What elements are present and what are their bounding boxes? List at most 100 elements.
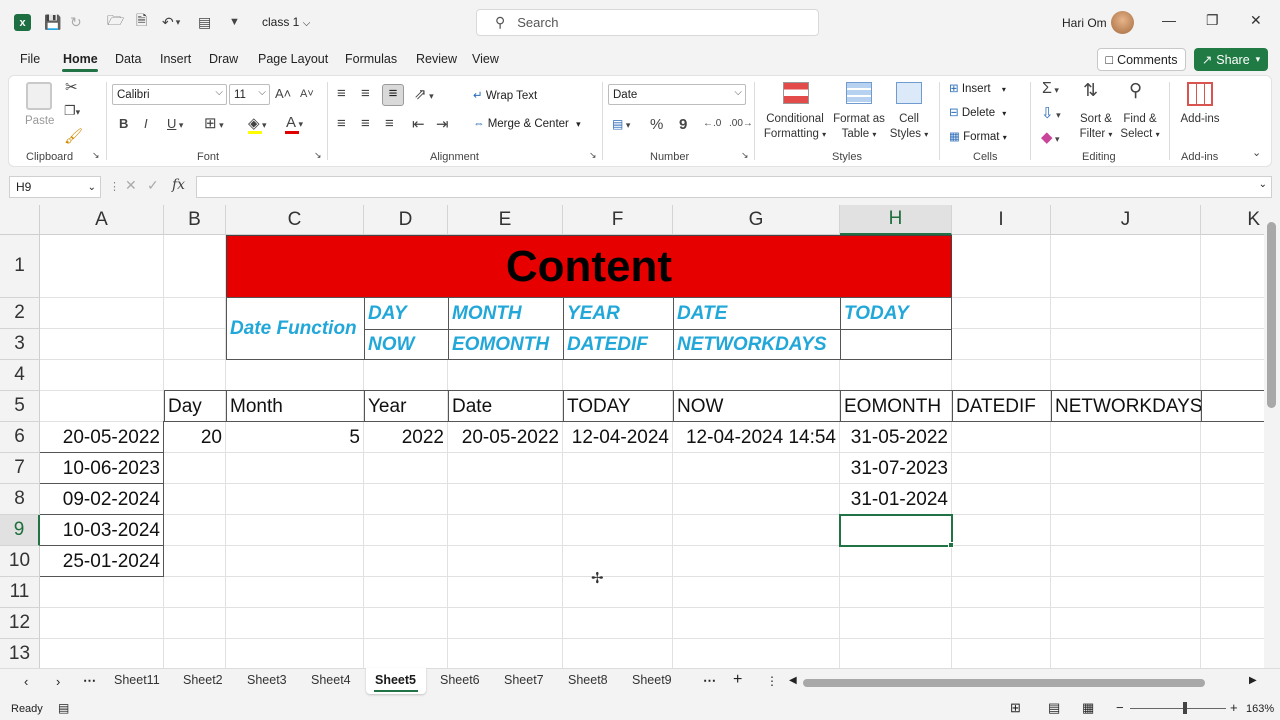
align-top-icon[interactable]: ≡ bbox=[337, 85, 346, 102]
cell-h6[interactable]: 31-05-2022 bbox=[840, 422, 952, 453]
cell-g6[interactable]: 12-04-2024 14:54 bbox=[673, 422, 840, 453]
row-header-7[interactable]: 7 bbox=[0, 453, 40, 484]
hscroll-left-icon[interactable]: ◀ bbox=[789, 675, 797, 686]
number-format-dropdown[interactable]: Date ⌵ bbox=[608, 84, 746, 105]
dialog-launcher-icon[interactable]: ↘ bbox=[741, 150, 749, 161]
content-banner[interactable]: Content bbox=[226, 235, 952, 298]
decrease-font-icon[interactable]: A˅ bbox=[300, 88, 314, 100]
vertical-scroll-thumb[interactable] bbox=[1267, 222, 1276, 408]
autosum-icon[interactable]: Σ ▾ bbox=[1042, 80, 1059, 98]
menu-draw[interactable]: Draw bbox=[209, 52, 238, 66]
cell-d3[interactable]: NOW bbox=[364, 330, 448, 360]
row-header-5[interactable]: 5 bbox=[0, 391, 40, 422]
row-header-2[interactable]: 2 bbox=[0, 298, 40, 329]
close-icon[interactable]: ✕ bbox=[1250, 12, 1262, 29]
cell-a9[interactable]: 10-03-2024 bbox=[40, 515, 164, 546]
cell-c5[interactable]: Month bbox=[226, 391, 364, 422]
row-header-8[interactable]: 8 bbox=[0, 484, 40, 515]
cell-g2[interactable]: DATE bbox=[673, 298, 840, 329]
format-as-table-button[interactable]: Format as Table ▾ bbox=[832, 112, 886, 142]
add-sheet-icon[interactable]: + bbox=[733, 671, 742, 689]
cell-styles-button[interactable]: Cell Styles ▾ bbox=[887, 112, 931, 142]
cell-c6[interactable]: 5 bbox=[226, 422, 364, 453]
sheet-tab-sheet7[interactable]: Sheet7 bbox=[504, 673, 544, 687]
confirm-entry-icon[interactable]: ✓ bbox=[147, 177, 159, 194]
sheet-tab-sheet6[interactable]: Sheet6 bbox=[440, 673, 480, 687]
cell-a7[interactable]: 10-06-2023 bbox=[40, 453, 164, 484]
increase-decimal-icon[interactable]: ←.0 bbox=[703, 118, 721, 129]
accessibility-icon[interactable]: ▤ bbox=[58, 701, 69, 715]
cell-a8[interactable]: 09-02-2024 bbox=[40, 484, 164, 515]
italic-button[interactable]: I bbox=[144, 116, 148, 131]
sheet-tab-sheet8[interactable]: Sheet8 bbox=[568, 673, 608, 687]
cell-f6[interactable]: 12-04-2024 bbox=[563, 422, 673, 453]
cell-h2[interactable]: TODAY bbox=[840, 298, 952, 329]
row-header-9[interactable]: 9 bbox=[0, 515, 40, 546]
menu-view[interactable]: View bbox=[472, 52, 499, 66]
collapse-ribbon-icon[interactable]: ⌄ bbox=[1252, 146, 1261, 159]
cell-e6[interactable]: 20-05-2022 bbox=[448, 422, 563, 453]
align-bottom-icon[interactable]: ≡ bbox=[382, 84, 404, 106]
dialog-launcher-icon[interactable]: ↘ bbox=[589, 150, 597, 161]
merge-center-button[interactable]: ⇔ Merge & Center ▾ bbox=[473, 118, 581, 130]
row-header-10[interactable]: 10 bbox=[0, 546, 40, 577]
cell-f5[interactable]: TODAY bbox=[563, 391, 673, 422]
dialog-launcher-icon[interactable]: ↘ bbox=[314, 150, 322, 161]
comments-button[interactable]: □ Comments bbox=[1097, 48, 1186, 71]
sheet-tab-sheet11[interactable]: Sheet11 bbox=[114, 673, 160, 687]
decrease-indent-icon[interactable]: ⇤ bbox=[412, 115, 425, 133]
customize-qat-icon[interactable]: ▼ bbox=[229, 12, 240, 32]
column-header-g[interactable]: G bbox=[673, 205, 840, 235]
sheet-tab-sheet3[interactable]: Sheet3 bbox=[247, 673, 287, 687]
conditional-formatting-button[interactable]: Conditional Formatting ▾ bbox=[762, 112, 828, 142]
column-header-k[interactable]: K bbox=[1201, 205, 1264, 235]
restore-icon[interactable]: ❐ bbox=[1206, 12, 1219, 29]
increase-indent-icon[interactable]: ⇥ bbox=[436, 115, 449, 133]
cell-e2[interactable]: MONTH bbox=[448, 298, 563, 329]
fill-icon[interactable]: ⇩ ▾ bbox=[1041, 104, 1061, 122]
row-header-13[interactable]: 13 bbox=[0, 639, 40, 668]
sheet-tab-sheet4[interactable]: Sheet4 bbox=[311, 673, 351, 687]
menu-review[interactable]: Review bbox=[416, 52, 457, 66]
menu-formulas[interactable]: Formulas bbox=[345, 52, 397, 66]
row-header-6[interactable]: 6 bbox=[0, 422, 40, 453]
minimize-icon[interactable]: — bbox=[1162, 12, 1176, 28]
borders-icon[interactable]: ⊞ ▾ bbox=[204, 114, 224, 132]
search-box[interactable]: ⚲ Search bbox=[476, 9, 819, 36]
align-left-icon[interactable]: ≡ bbox=[337, 115, 346, 132]
cell-d6[interactable]: 2022 bbox=[364, 422, 448, 453]
cancel-entry-icon[interactable]: ✕ bbox=[125, 177, 137, 194]
cell-h5[interactable]: EOMONTH bbox=[840, 391, 952, 422]
page-layout-view-icon[interactable]: ▤ bbox=[1048, 700, 1060, 716]
sheet-tab-sheet9[interactable]: Sheet9 bbox=[632, 673, 672, 687]
column-header-b[interactable]: B bbox=[164, 205, 226, 235]
new-file-icon[interactable]: 🗎 bbox=[136, 12, 147, 32]
cell-b6[interactable]: 20 bbox=[164, 422, 226, 453]
hscroll-right-icon[interactable]: ▶ bbox=[1249, 675, 1257, 686]
cell-j5[interactable]: NETWORKDAYS bbox=[1051, 391, 1201, 422]
scroll-tabs-left-icon[interactable]: ‹ bbox=[24, 674, 28, 689]
column-header-i[interactable]: I bbox=[952, 205, 1051, 235]
format-cells-button[interactable]: ▦ Format ▾ bbox=[949, 129, 1007, 143]
cell-h7[interactable]: 31-07-2023 bbox=[840, 453, 952, 484]
sort-filter-button[interactable]: Sort & Filter ▾ bbox=[1074, 112, 1118, 142]
cell-f3[interactable]: DATEDIF bbox=[563, 330, 673, 360]
sheet-tab-sheet2[interactable]: Sheet2 bbox=[183, 673, 223, 687]
cell-e5[interactable]: Date bbox=[448, 391, 563, 422]
open-folder-icon[interactable]: 🗁 bbox=[107, 12, 124, 32]
underline-button[interactable]: U ▾ bbox=[167, 116, 183, 131]
zoom-slider-thumb[interactable] bbox=[1183, 702, 1187, 714]
find-select-button[interactable]: Find & Select ▾ bbox=[1117, 112, 1163, 142]
font-name-dropdown[interactable]: Calibri ⌵ bbox=[112, 84, 227, 105]
align-right-icon[interactable]: ≡ bbox=[385, 115, 394, 132]
cell-e3[interactable]: EOMONTH bbox=[448, 330, 563, 360]
avatar[interactable] bbox=[1111, 11, 1134, 34]
insert-function-icon[interactable]: fx bbox=[172, 177, 185, 193]
cell-a10[interactable]: 25-01-2024 bbox=[40, 546, 164, 577]
cell-g3[interactable]: NETWORKDAYS bbox=[673, 330, 840, 360]
normal-view-icon[interactable]: ⊞ bbox=[1010, 700, 1021, 716]
font-size-dropdown[interactable]: 11 ⌵ bbox=[229, 84, 270, 105]
column-header-c[interactable]: C bbox=[226, 205, 364, 235]
increase-font-icon[interactable]: A˄ bbox=[275, 86, 291, 101]
orientation-icon[interactable]: ⇗ ▾ bbox=[414, 85, 434, 103]
